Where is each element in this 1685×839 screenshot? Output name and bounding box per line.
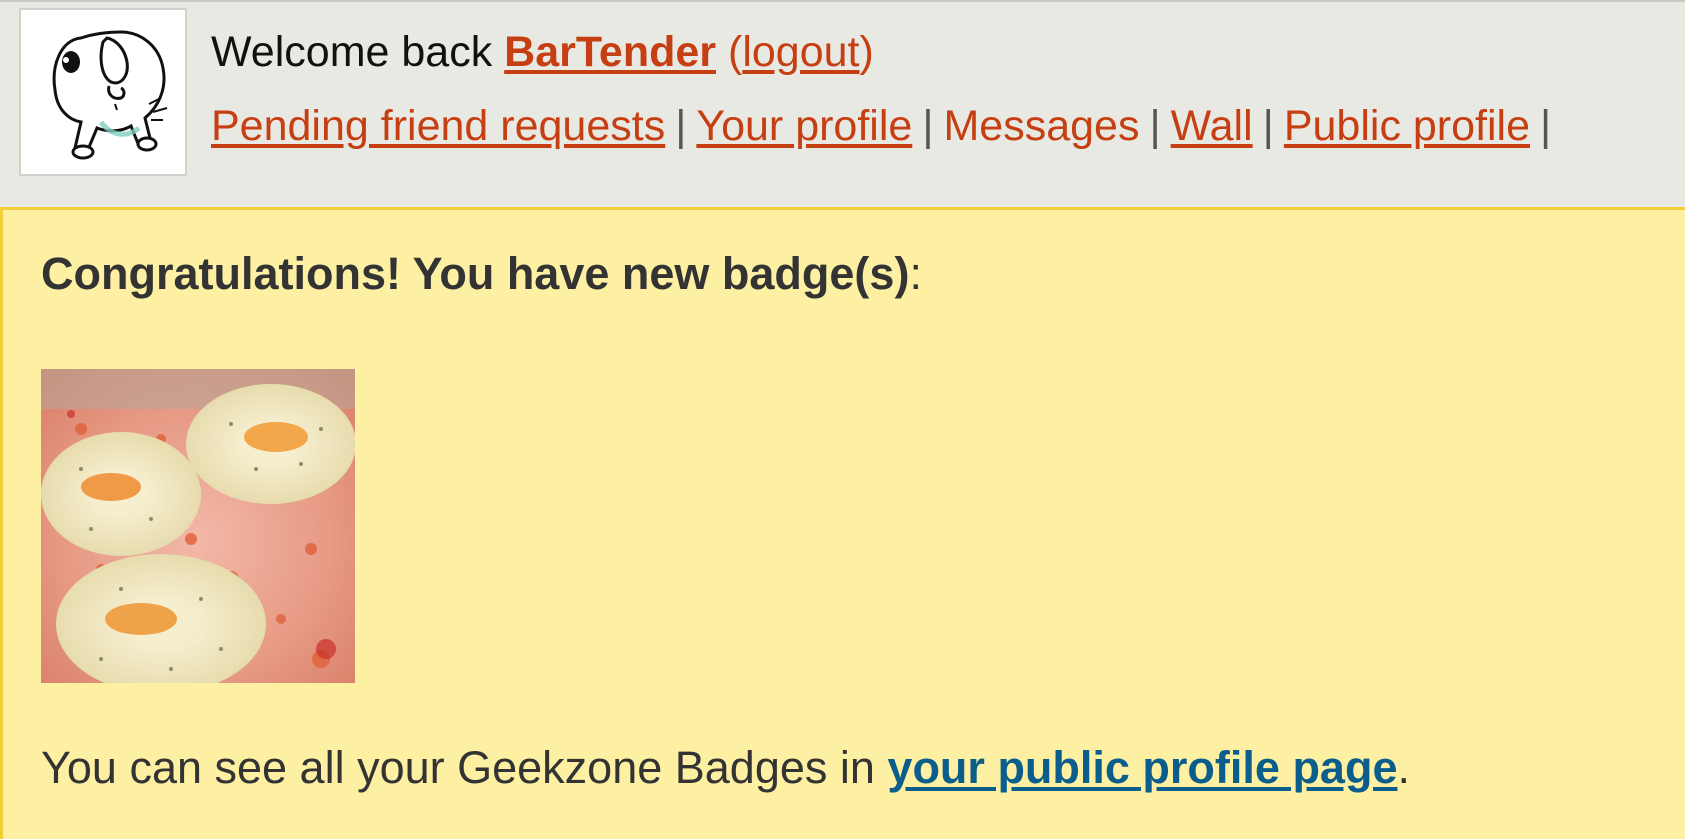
- notice-title-colon: :: [909, 248, 922, 299]
- logout-close-paren: ): [859, 28, 874, 76]
- header-bar: Welcome back BarTender (logout) Pending …: [0, 0, 1685, 207]
- nav-separator: |: [922, 102, 934, 150]
- welcome-line: Welcome back BarTender (logout): [211, 24, 874, 80]
- page: Welcome back BarTender (logout) Pending …: [0, 0, 1685, 839]
- notice-body-period: .: [1397, 742, 1410, 793]
- pizza-badge-image: [41, 369, 355, 683]
- nav-your-profile[interactable]: Your profile: [696, 102, 912, 150]
- logout-open-paren: (: [727, 28, 743, 76]
- welcome-text: Welcome back: [211, 28, 493, 76]
- nav-pending-friend-requests[interactable]: Pending friend requests: [211, 102, 665, 150]
- logout-link[interactable]: logout: [742, 28, 859, 76]
- nav-messages[interactable]: Messages: [943, 102, 1139, 150]
- badge-notice: Congratulations! You have new badge(s):: [0, 207, 1685, 839]
- cartoon-dog-icon: [52, 30, 168, 160]
- nav-wall[interactable]: Wall: [1171, 102, 1253, 150]
- nav-separator: |: [1262, 102, 1274, 150]
- nav-separator: |: [1540, 102, 1552, 150]
- notice-title-bold: Congratulations! You have new badge(s): [41, 248, 910, 299]
- user-nav: Pending friend requests | Your profile | Mes…: [211, 98, 1561, 154]
- nav-separator: |: [675, 102, 687, 150]
- notice-title: Congratulations! You have new badge(s):: [41, 246, 922, 302]
- nav-public-profile[interactable]: Public profile: [1284, 102, 1530, 150]
- notice-body: You can see all your Geekzone Badges in …: [41, 740, 1410, 796]
- username-link[interactable]: BarTender: [504, 28, 716, 76]
- badge-image[interactable]: [41, 369, 355, 683]
- nav-separator: |: [1149, 102, 1161, 150]
- notice-body-text: You can see all your Geekzone Badges in: [41, 742, 875, 793]
- avatar[interactable]: [19, 8, 187, 176]
- public-profile-page-link[interactable]: your public profile page: [887, 742, 1397, 793]
